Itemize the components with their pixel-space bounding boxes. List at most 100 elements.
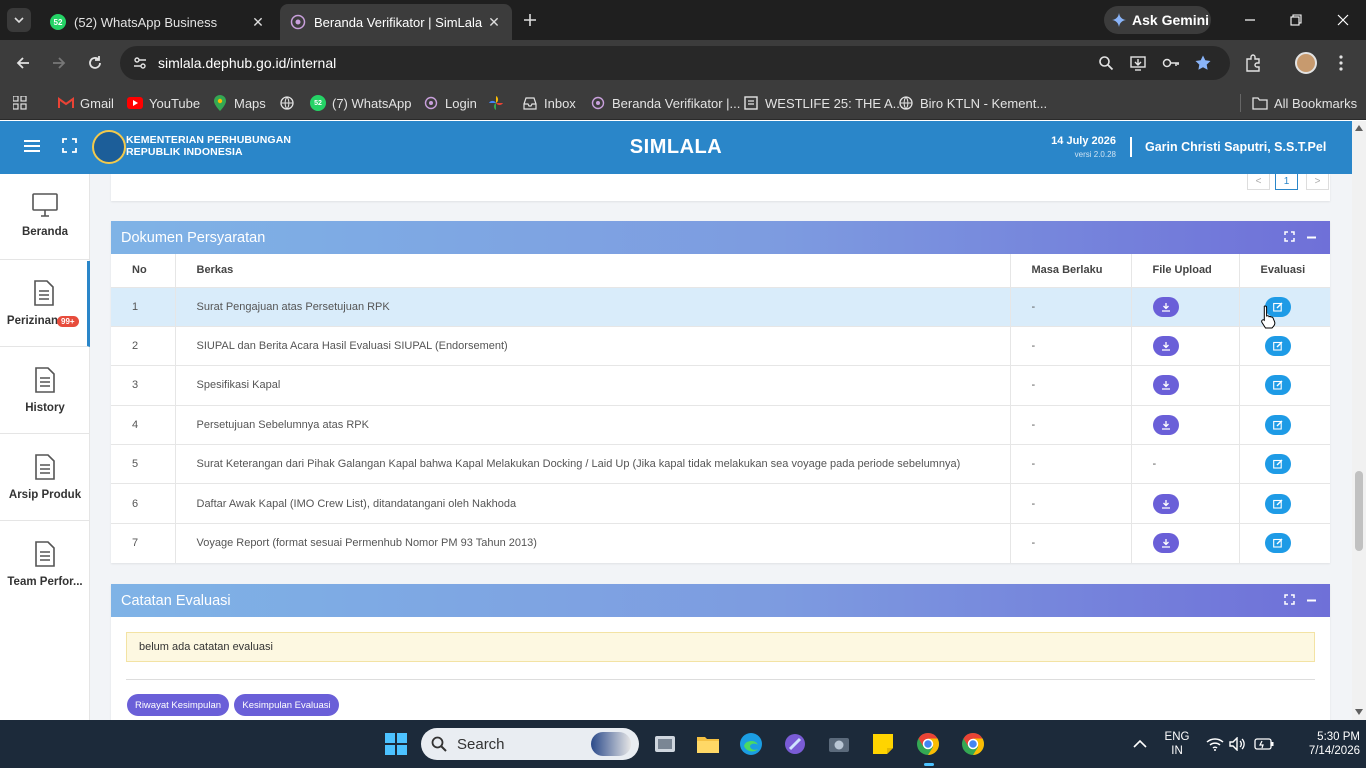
monitor-icon bbox=[31, 192, 59, 218]
evaluate-button[interactable] bbox=[1264, 375, 1291, 396]
chrome-profile-taskbar-button[interactable] bbox=[957, 728, 989, 760]
cell-file-upload bbox=[1131, 365, 1240, 406]
evaluate-button[interactable] bbox=[1264, 533, 1291, 554]
apps-button[interactable] bbox=[12, 93, 28, 113]
collapse-icon[interactable] bbox=[1307, 236, 1316, 239]
table-row: 6 Daftar Awak Kapal (IMO Crew List), dita… bbox=[111, 483, 1330, 524]
bookmark-biro-ktln[interactable]: Biro KTLN - Kement... bbox=[898, 93, 1047, 113]
profile-button[interactable] bbox=[1295, 52, 1317, 74]
evaluate-button[interactable] bbox=[1264, 493, 1291, 514]
column-header-no: No bbox=[111, 254, 176, 287]
all-bookmarks-button[interactable]: All Bookmarks bbox=[1252, 93, 1357, 113]
site-info-icon[interactable] bbox=[132, 55, 148, 71]
sidebar-item-label: Beranda bbox=[21, 226, 69, 238]
zoom-button[interactable] bbox=[1095, 52, 1117, 74]
battery-button[interactable] bbox=[1248, 728, 1280, 760]
expand-icon[interactable] bbox=[1284, 231, 1295, 242]
collapse-icon[interactable] bbox=[1307, 599, 1316, 602]
chrome-taskbar-button[interactable] bbox=[912, 728, 944, 766]
show-hidden-icons-button[interactable] bbox=[1124, 728, 1156, 760]
pagination-next[interactable]: > bbox=[1306, 174, 1329, 190]
bookmark-label: Biro KTLN - Kement... bbox=[920, 95, 1048, 111]
scroll-down-icon[interactable] bbox=[1355, 709, 1363, 715]
expand-icon[interactable] bbox=[1284, 594, 1295, 605]
sidebar-item-team-performance[interactable]: Team Perfor... bbox=[0, 522, 90, 608]
bookmark-westlife[interactable]: WESTLIFE 25: THE A... bbox=[743, 93, 903, 113]
sidebar-item-perizinan[interactable]: Perizinan bbox=[0, 261, 90, 347]
tab-whatsapp[interactable]: 52 (52) WhatsApp Business ✕ bbox=[40, 4, 276, 40]
chrome-menu-button[interactable] bbox=[1330, 52, 1352, 74]
back-button[interactable] bbox=[12, 52, 34, 74]
bookmark-pinwheel[interactable] bbox=[488, 93, 504, 113]
forward-button[interactable] bbox=[48, 52, 70, 74]
download-button[interactable] bbox=[1152, 414, 1179, 435]
bookmark-beranda[interactable]: Beranda Verifikator |... bbox=[590, 93, 740, 113]
download-button[interactable] bbox=[1152, 493, 1179, 514]
ask-gemini-button[interactable]: Ask Gemini bbox=[1104, 6, 1211, 34]
bookmark-youtube[interactable]: YouTube bbox=[127, 93, 200, 113]
new-tab-button[interactable] bbox=[520, 10, 540, 30]
start-button[interactable] bbox=[380, 728, 412, 760]
app-version: versi 2.0.28 bbox=[1074, 150, 1116, 159]
close-tab-icon[interactable]: ✕ bbox=[486, 14, 502, 30]
language-indicator[interactable]: ENG IN bbox=[1162, 730, 1192, 758]
clock[interactable]: 5:30 PM 7/14/2026 bbox=[1286, 730, 1360, 758]
taskbar-search[interactable]: Search bbox=[421, 728, 639, 760]
page-scrollbar[interactable] bbox=[1352, 121, 1366, 720]
sticky-notes-button[interactable] bbox=[867, 728, 899, 760]
bookmark-maps[interactable]: Maps bbox=[212, 93, 266, 113]
evaluate-button[interactable] bbox=[1264, 454, 1291, 475]
perizinan-count-badge: 99+ bbox=[57, 316, 79, 327]
scroll-up-icon[interactable] bbox=[1355, 125, 1363, 131]
kesimpulan-evaluasi-button[interactable]: Kesimpulan Evaluasi bbox=[234, 694, 339, 716]
download-button[interactable] bbox=[1152, 375, 1179, 396]
download-button[interactable] bbox=[1152, 336, 1179, 357]
sidebar-item-history[interactable]: History bbox=[0, 348, 90, 434]
reload-button[interactable] bbox=[84, 52, 106, 74]
bookmarks-divider bbox=[1240, 94, 1241, 112]
password-manager-button[interactable] bbox=[1160, 52, 1182, 74]
bookmark-star-button[interactable] bbox=[1192, 52, 1214, 74]
download-button[interactable] bbox=[1152, 533, 1179, 554]
tab-title: (52) WhatsApp Business bbox=[74, 14, 218, 30]
address-bar[interactable]: simlala.dephub.go.id/internal bbox=[120, 46, 1230, 80]
youtube-icon bbox=[127, 95, 143, 111]
bookmark-whatsapp[interactable]: 52 (7) WhatsApp bbox=[310, 93, 411, 113]
sidebar-item-label: History bbox=[25, 402, 65, 414]
table-row: 1 Surat Pengajuan atas Persetujuan RPK - bbox=[111, 286, 1330, 327]
app-button-purple[interactable] bbox=[779, 728, 811, 760]
documents-card: Dokumen Persyaratan No Berkas Masa Berla… bbox=[111, 221, 1330, 563]
download-button[interactable] bbox=[1152, 296, 1179, 317]
pagination-page-1[interactable]: 1 bbox=[1275, 174, 1298, 190]
bookmark-inbox[interactable]: Inbox bbox=[522, 93, 576, 113]
close-tab-icon[interactable]: ✕ bbox=[250, 14, 266, 30]
pagination-prev[interactable]: < bbox=[1247, 174, 1270, 190]
tab-search-button[interactable] bbox=[7, 8, 31, 32]
edit-icon bbox=[1272, 499, 1283, 509]
bookmark-login[interactable]: Login bbox=[423, 93, 477, 113]
evaluate-button[interactable] bbox=[1264, 336, 1291, 357]
camera-app-button[interactable] bbox=[823, 728, 855, 760]
tab-simlala[interactable]: Beranda Verifikator | SimLala ✕ bbox=[280, 4, 512, 40]
camera-icon bbox=[829, 738, 849, 752]
sidebar-item-arsip-produk[interactable]: Arsip Produk bbox=[0, 435, 90, 521]
scrollbar-thumb[interactable] bbox=[1355, 471, 1363, 551]
user-name[interactable]: Garin Christi Saputri, S.S.T.Pel bbox=[1145, 140, 1326, 154]
bookmark-gmail[interactable]: Gmail bbox=[58, 93, 114, 113]
riwayat-kesimpulan-button[interactable]: Riwayat Kesimpulan bbox=[127, 694, 229, 716]
task-view-button[interactable] bbox=[649, 728, 681, 760]
cell-no: 1 bbox=[111, 286, 176, 327]
minimize-button[interactable] bbox=[1240, 10, 1260, 30]
close-window-button[interactable] bbox=[1333, 10, 1353, 30]
cell-masa-berlaku: - bbox=[1010, 404, 1132, 445]
cell-masa-berlaku: - bbox=[1010, 483, 1132, 524]
extensions-button[interactable] bbox=[1242, 52, 1264, 74]
edge-button[interactable] bbox=[735, 728, 767, 760]
install-app-button[interactable] bbox=[1128, 52, 1150, 74]
file-explorer-button[interactable] bbox=[692, 728, 724, 760]
bookmark-globe[interactable] bbox=[279, 93, 295, 113]
restore-button[interactable] bbox=[1286, 10, 1306, 30]
evaluate-button[interactable] bbox=[1264, 414, 1291, 435]
sidebar-item-beranda[interactable]: Beranda bbox=[0, 174, 90, 260]
cell-no: 2 bbox=[111, 325, 176, 366]
